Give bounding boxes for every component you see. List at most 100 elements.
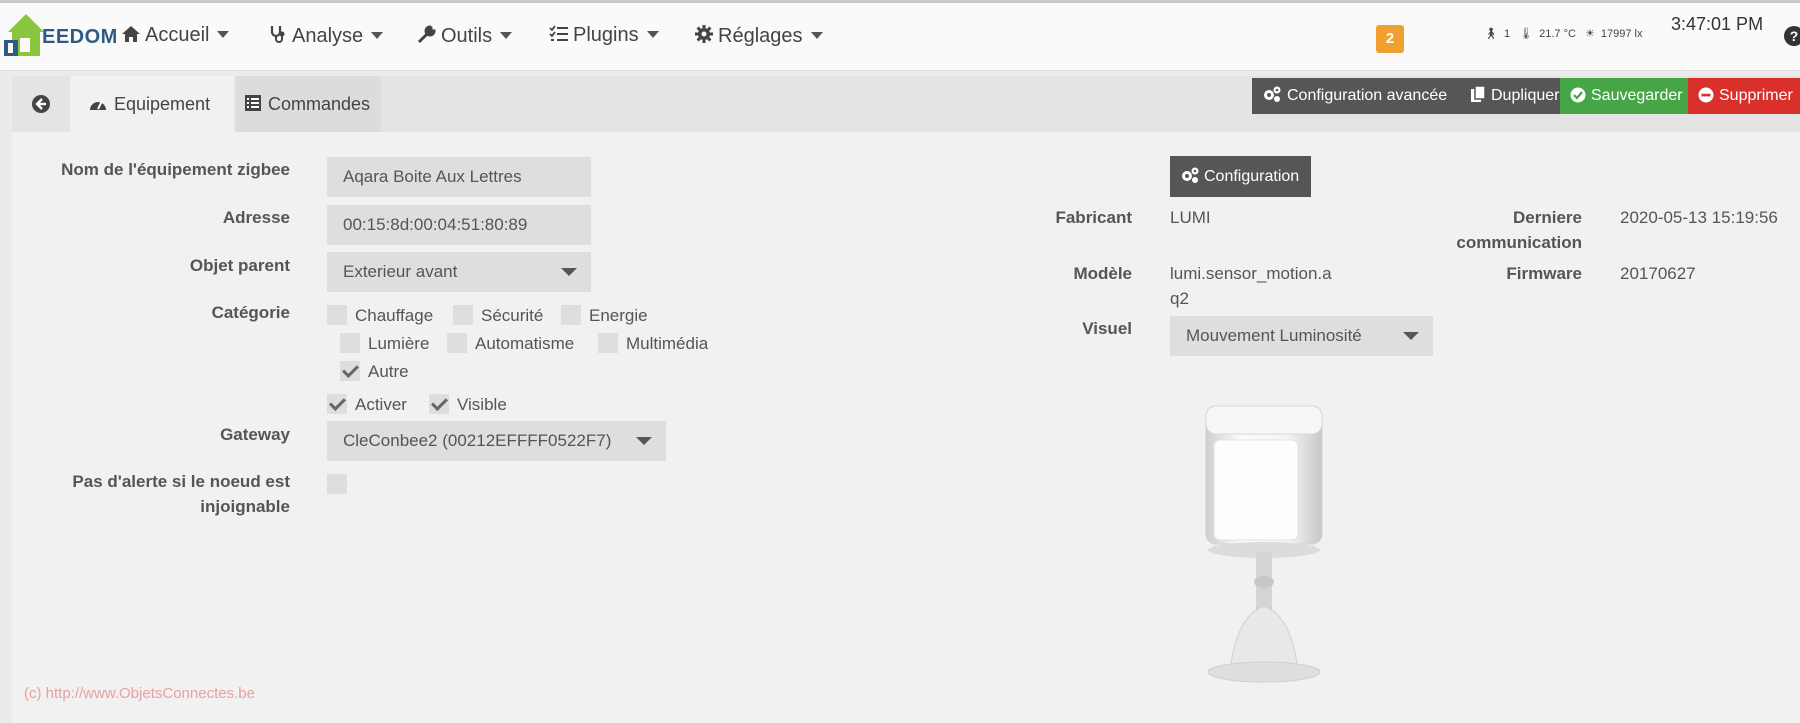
advanced-config-button[interactable]: Configuration avancée xyxy=(1252,78,1460,114)
configuration-button[interactable]: Configuration xyxy=(1170,156,1311,197)
stethoscope-icon xyxy=(270,26,285,43)
category-energie[interactable]: Energie xyxy=(561,305,648,327)
category-multimedia-label: Multimédia xyxy=(626,334,709,353)
checkbox[interactable] xyxy=(453,305,473,325)
sensor-summary: 🚶︎ 1 🌡︎ 21.7 °C ☀ 17997 lx xyxy=(1484,27,1648,40)
chevron-down-icon xyxy=(810,32,823,39)
address-input[interactable]: 00:15:8d:00:04:51:80:89 xyxy=(327,205,591,245)
checkbox[interactable] xyxy=(327,474,347,494)
save-label: Sauvegarder xyxy=(1591,87,1683,104)
chevron-down-icon xyxy=(217,31,230,38)
motion-icon: 🚶︎ xyxy=(1484,28,1498,40)
minus-circle-icon xyxy=(1698,87,1714,103)
motion-count: 1 xyxy=(1503,28,1511,40)
category-multimedia[interactable]: Multimédia xyxy=(598,333,708,355)
category-label: Catégorie xyxy=(211,303,290,322)
firmware-value: 20170627 xyxy=(1620,264,1696,283)
nav-reglages-label: Réglages xyxy=(718,25,803,47)
temperature-value: 21.7 °C xyxy=(1539,28,1576,40)
category-securite-label: Sécurité xyxy=(481,306,544,325)
category-chauffage[interactable]: Chauffage xyxy=(327,305,433,327)
checkbox[interactable] xyxy=(447,333,467,353)
nav-outils[interactable]: Outils xyxy=(417,24,513,48)
copyright-watermark: (c) http://www.ObjetsConnectes.be xyxy=(24,685,255,702)
motion-sensor-image xyxy=(1205,405,1323,683)
visuel-label: Visuel xyxy=(1082,319,1132,338)
category-chauffage-label: Chauffage xyxy=(355,306,434,325)
tab-equipement-label: Equipement xyxy=(114,94,211,114)
save-button[interactable]: Sauvegarder xyxy=(1560,78,1688,114)
fabricant-label: Fabricant xyxy=(1055,208,1132,227)
activer-label: Activer xyxy=(355,395,407,414)
advanced-config-label: Configuration avancée xyxy=(1287,87,1448,104)
duplicate-button[interactable]: Dupliquer xyxy=(1460,78,1560,114)
chevron-down-icon xyxy=(1403,332,1419,340)
nav-plugins-label: Plugins xyxy=(573,24,639,46)
checkbox[interactable] xyxy=(327,305,347,325)
help-icon[interactable]: ? xyxy=(1784,26,1800,46)
nav-accueil-label: Accueil xyxy=(145,24,210,46)
arrow-left-circle-icon xyxy=(32,95,50,113)
nav-accueil[interactable]: Accueil xyxy=(121,24,230,47)
chevron-down-icon xyxy=(646,31,659,38)
delete-button[interactable]: Supprimer xyxy=(1688,78,1800,114)
gateway-select[interactable]: CleConbee2 (00212EFFFF0522F7) xyxy=(327,421,666,461)
list-alt-icon xyxy=(245,95,261,111)
alert-label-line1: Pas d'alerte si le noeud est xyxy=(72,472,290,491)
chevron-down-icon xyxy=(636,437,652,445)
window-top-edge xyxy=(0,0,1800,3)
check-circle-icon xyxy=(1570,87,1586,103)
tab-equipement[interactable]: Equipement xyxy=(70,76,234,132)
no-alert-checkbox[interactable] xyxy=(327,474,355,496)
nav-analyse-label: Analyse xyxy=(292,25,364,47)
visible-label: Visible xyxy=(457,395,507,414)
activer-checkbox[interactable]: Activer xyxy=(327,394,407,416)
category-energie-label: Energie xyxy=(589,306,648,325)
back-button[interactable] xyxy=(20,76,62,132)
modele-value-line2: q2 xyxy=(1170,289,1189,308)
name-input[interactable]: Aqara Boite Aux Lettres xyxy=(327,157,591,197)
message-count-badge[interactable]: 2 xyxy=(1376,25,1404,53)
category-automatisme-label: Automatisme xyxy=(475,334,575,353)
category-securite[interactable]: Sécurité xyxy=(453,305,543,327)
category-automatisme[interactable]: Automatisme xyxy=(447,333,574,355)
name-label: Nom de l'équipement zigbee xyxy=(61,160,290,179)
thermometer-icon: 🌡︎ xyxy=(1519,28,1534,40)
nav-analyse[interactable]: Analyse xyxy=(268,24,384,48)
nav-reglages[interactable]: Réglages xyxy=(694,24,823,48)
visible-checkbox[interactable]: Visible xyxy=(429,394,507,416)
list-icon xyxy=(549,25,568,41)
derniere-communication-value: 2020-05-13 15:19:56 xyxy=(1620,208,1778,227)
gateway-value: CleConbee2 (00212EFFFF0522F7) xyxy=(343,431,612,450)
parent-object-select[interactable]: Exterieur avant xyxy=(327,252,591,292)
tab-commandes-label: Commandes xyxy=(268,94,371,114)
delete-label: Supprimer xyxy=(1719,87,1793,104)
checkbox[interactable] xyxy=(340,333,360,353)
address-label: Adresse xyxy=(222,208,290,227)
checkbox-checked[interactable] xyxy=(327,394,347,414)
configuration-button-label: Configuration xyxy=(1204,168,1300,185)
checkbox[interactable] xyxy=(598,333,618,353)
category-autre[interactable]: Autre xyxy=(340,361,409,383)
visuel-value: Mouvement Luminosité xyxy=(1186,326,1362,345)
checkbox-checked[interactable] xyxy=(429,394,449,414)
modele-value-line1: lumi.sensor_motion.a xyxy=(1170,264,1332,283)
derniere-label-line1: Derniere xyxy=(1513,208,1582,227)
gear-icon xyxy=(695,25,713,43)
checkbox-checked[interactable] xyxy=(340,361,360,381)
cogs-icon xyxy=(1182,167,1199,183)
tab-commandes[interactable]: Commandes xyxy=(236,76,381,132)
home-icon xyxy=(122,26,140,42)
category-lumiere[interactable]: Lumière xyxy=(340,333,429,355)
sun-icon: ☀ xyxy=(1585,28,1595,40)
nav-outils-label: Outils xyxy=(441,25,493,47)
checkbox[interactable] xyxy=(561,305,581,325)
chevron-down-icon xyxy=(371,32,384,39)
visuel-select[interactable]: Mouvement Luminosité xyxy=(1170,316,1433,356)
derniere-label-line2: communication xyxy=(1456,233,1582,252)
logo-text: EEDOM xyxy=(42,26,118,48)
nav-plugins[interactable]: Plugins xyxy=(549,24,659,47)
parent-object-label: Objet parent xyxy=(189,256,290,275)
copy-icon xyxy=(1471,85,1486,102)
luminosity-value: 17997 lx xyxy=(1600,28,1643,40)
